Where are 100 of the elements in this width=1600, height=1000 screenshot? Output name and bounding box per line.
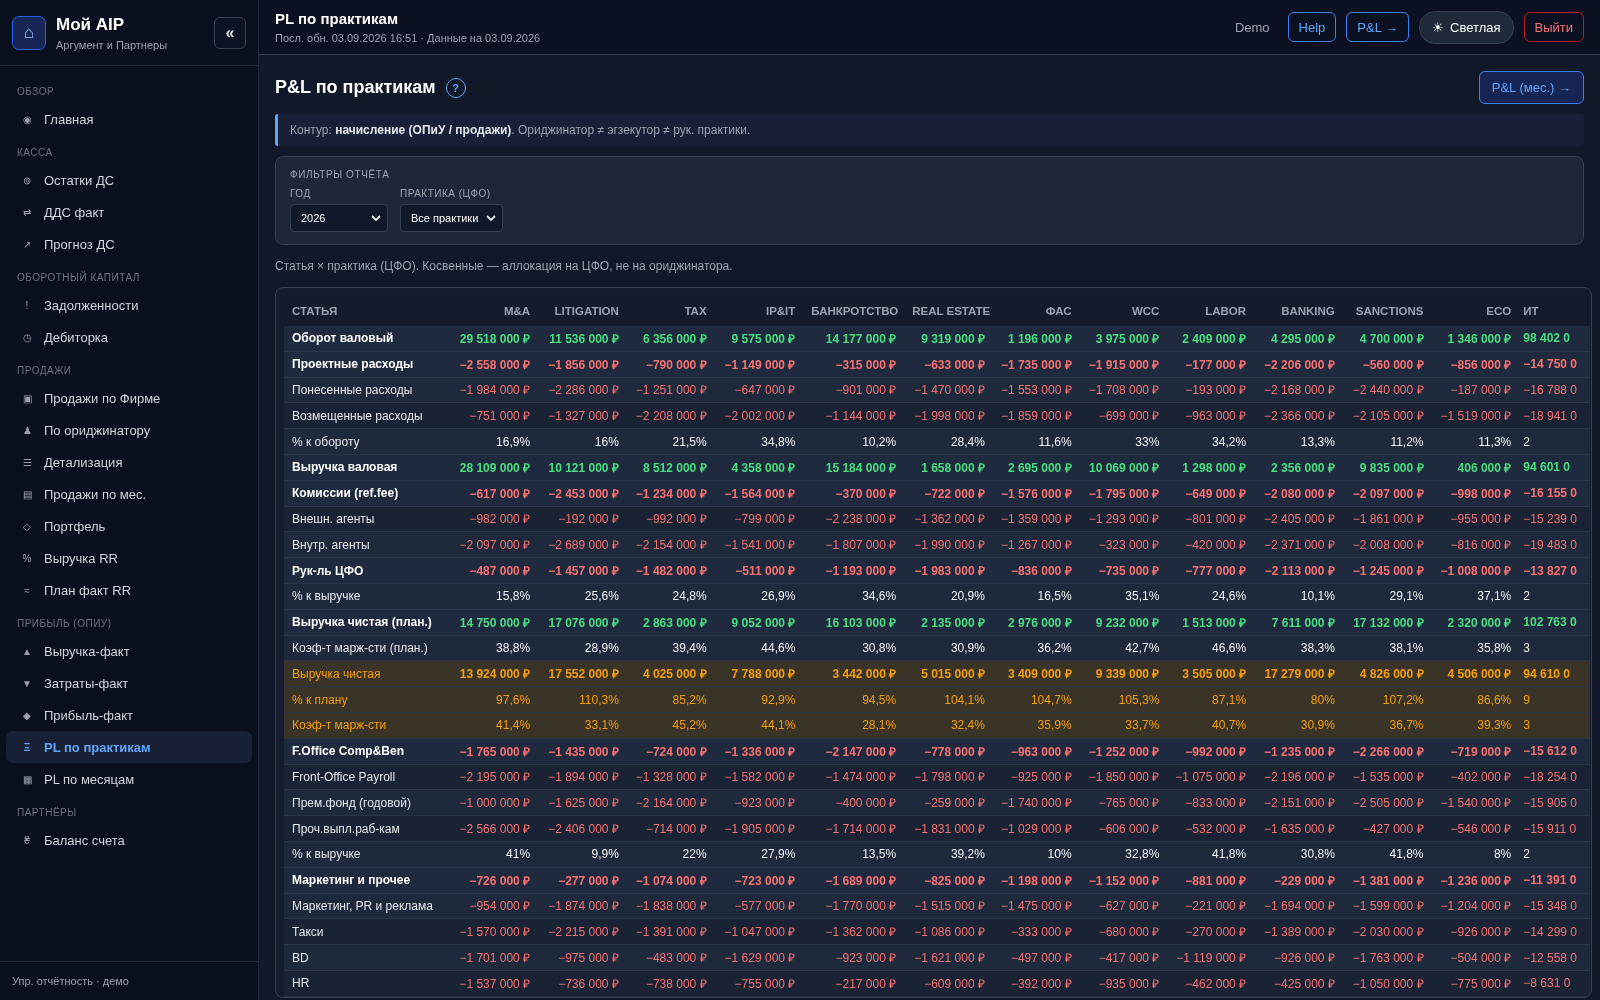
table-cell: 45,2% <box>626 712 715 739</box>
table-cell: 11,2% <box>1342 428 1432 455</box>
row-label: % к выручке <box>284 583 450 610</box>
select-field[interactable]: 2026 <box>290 204 388 232</box>
nav-button[interactable]: P&L → <box>1346 12 1409 42</box>
nav-item[interactable]: ♟ По ориджинатору <box>6 414 252 446</box>
table-cell: −425 000 ₽ <box>1254 970 1343 997</box>
nav-item[interactable]: Ξ PL по практикам <box>6 731 252 763</box>
table-cell: 2 <box>1519 428 1590 455</box>
table-cell: 16,9% <box>449 428 539 455</box>
table-cell: −2 371 000 ₽ <box>1254 531 1343 558</box>
theme-toggle-button[interactable]: ☀ Светлая <box>1419 10 1514 44</box>
table-cell: −2 558 000 ₽ <box>449 351 539 378</box>
demo-label: Demo <box>1234 19 1270 35</box>
nav-item[interactable]: ! Задолженности <box>6 289 252 321</box>
row-label: Возмещенные расходы <box>284 402 450 429</box>
table-cell: 10,1% <box>1254 583 1343 610</box>
table-cell: −1 327 000 ₽ <box>538 402 627 429</box>
table-cell: −532 000 ₽ <box>1167 815 1255 842</box>
table-cell: 2 356 000 ₽ <box>1254 454 1343 481</box>
table-cell: −18 941 0 <box>1519 402 1590 429</box>
nav-item[interactable]: ☰ Детализация <box>6 446 252 478</box>
table-cell: −2 080 000 ₽ <box>1254 480 1343 507</box>
table-cell: −1 050 000 ₽ <box>1342 970 1432 997</box>
logout-button[interactable]: Выйти <box>1523 12 1584 42</box>
collapse-button[interactable]: « <box>214 17 246 49</box>
table-cell: 94 610 0 <box>1519 660 1590 687</box>
row-label: Прем.фонд (годовой) <box>284 789 450 816</box>
nav-item[interactable]: ₴ Баланс счета <box>6 824 252 856</box>
monthly-report-button[interactable]: P&L (мес.) → <box>1478 71 1584 104</box>
table-cell: −1 740 000 ₽ <box>992 789 1080 816</box>
select-field[interactable]: Все практики <box>400 204 504 232</box>
table-cell: −726 000 ₽ <box>449 867 539 894</box>
page-title: PL по практикам <box>275 10 400 27</box>
table-cell: −1 515 000 ₽ <box>904 893 993 919</box>
nav-item[interactable]: ≈ План факт RR <box>6 574 252 606</box>
nav-button[interactable]: Help <box>1287 12 1337 42</box>
nav-item[interactable]: ▦ PL по месяцам <box>6 763 252 795</box>
table-cell: 15,8% <box>449 583 539 610</box>
nav-item[interactable]: ◇ Портфель <box>6 510 252 542</box>
table-caption: Статья × практика (ЦФО). Косвенные — аллокация на ЦФО, не на ориджинатора. <box>275 259 734 273</box>
table-cell: 4 700 000 ₽ <box>1342 326 1432 352</box>
table-cell: −323 000 ₽ <box>1079 531 1168 558</box>
table-cell: −2 154 000 ₽ <box>626 531 715 558</box>
table-cell: −627 000 ₽ <box>1079 893 1168 919</box>
nav-item-icon: ▦ <box>22 773 32 785</box>
nav-item[interactable]: ▤ Продажи по мес. <box>6 478 252 510</box>
table-cell: 3 505 000 ₽ <box>1167 660 1255 687</box>
table-cell: −1 599 000 ₽ <box>1342 893 1432 919</box>
table-cell: −1 838 000 ₽ <box>626 893 715 919</box>
table-cell: −1 000 000 ₽ <box>449 789 539 816</box>
home-logo-icon: ⌂ <box>12 16 46 50</box>
nav-item[interactable]: ⊚ Остатки ДС <box>6 164 252 196</box>
table-cell: −217 000 ₽ <box>803 970 905 997</box>
table-cell: 85,2% <box>626 686 715 713</box>
table-cell: −1 541 000 ₽ <box>714 531 804 558</box>
row-label: Коэф-т марж-сти <box>284 712 450 739</box>
table-cell: −799 000 ₽ <box>714 506 804 532</box>
table-cell: −427 000 ₽ <box>1342 815 1432 842</box>
nav-item[interactable]: ▣ Продажи по Фирме <box>6 382 252 414</box>
table-cell: 3 442 000 ₽ <box>803 660 905 687</box>
table-cell: −15 612 0 <box>1519 738 1590 765</box>
table-cell: −18 254 0 <box>1519 764 1590 790</box>
table-cell: −1 470 000 ₽ <box>904 377 993 403</box>
table-cell: −1 086 000 ₽ <box>904 918 993 945</box>
table-cell: −699 000 ₽ <box>1079 402 1168 429</box>
nav-item[interactable]: ▲ Выручка-факт <box>6 635 252 667</box>
table-cell: −487 000 ₽ <box>449 557 539 584</box>
table-cell: −790 000 ₽ <box>626 351 715 378</box>
table-cell: −1 553 000 ₽ <box>992 377 1080 403</box>
nav-item[interactable]: % Выручка RR <box>6 542 252 574</box>
table-cell: 1 196 000 ₽ <box>992 326 1080 352</box>
table-cell: −633 000 ₽ <box>904 351 993 378</box>
table-cell: −1 874 000 ₽ <box>538 893 627 919</box>
report-title: P&L по практикам <box>275 77 436 98</box>
table-cell: 13,5% <box>803 841 905 868</box>
row-label: Выручка чистая (план.) <box>284 609 450 636</box>
nav-item-icon: ↗ <box>22 238 32 250</box>
table-cell: −935 000 ₽ <box>1079 970 1168 997</box>
table-cell: −1 861 000 ₽ <box>1342 506 1432 532</box>
table-cell: −1 008 000 ₽ <box>1431 557 1520 584</box>
nav-item[interactable]: ◉ Главная <box>6 103 252 135</box>
nav-item-icon: ☰ <box>22 456 32 468</box>
table-cell: −1 193 000 ₽ <box>803 557 905 584</box>
nav-item[interactable]: ↗ Прогноз ДС <box>6 228 252 260</box>
row-label: Понесенные расходы <box>284 377 450 403</box>
table-cell: −16 155 0 <box>1519 480 1590 507</box>
table-cell: −1 984 000 ₽ <box>449 377 539 403</box>
table-cell: −1 251 000 ₽ <box>626 377 715 403</box>
table-cell: −606 000 ₽ <box>1079 815 1168 842</box>
nav-item[interactable]: ◷ Дебиторка <box>6 321 252 353</box>
row-label: Проектные расходы <box>284 351 450 378</box>
row-label: Проч.выпл.раб-кам <box>284 815 450 842</box>
table-cell: 2 135 000 ₽ <box>904 609 993 636</box>
nav-item[interactable]: ▼ Затраты-факт <box>6 667 252 699</box>
table-cell: 3 <box>1519 712 1590 739</box>
nav-item[interactable]: ⇄ ДДС факт <box>6 196 252 228</box>
table-cell: −2 030 000 ₽ <box>1342 918 1432 945</box>
row-label: Такси <box>284 918 450 945</box>
nav-item[interactable]: ◆ Прибыль-факт <box>6 699 252 731</box>
